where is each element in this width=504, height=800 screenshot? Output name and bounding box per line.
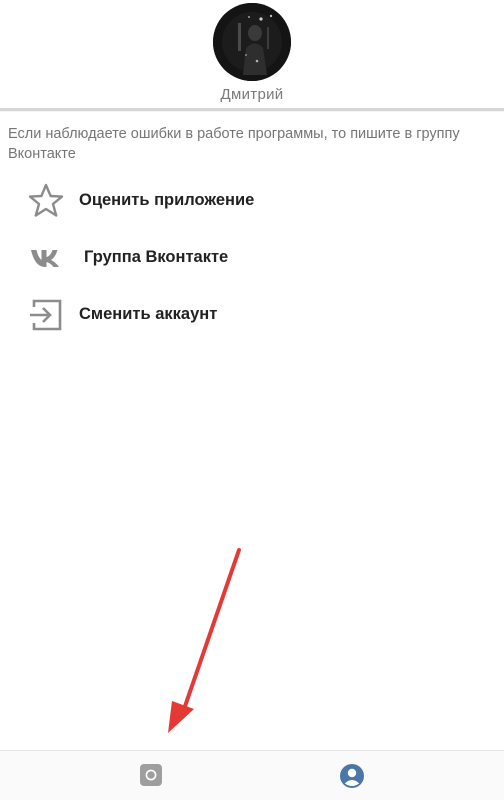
annotation-arrow: [168, 548, 241, 733]
star-icon: [26, 181, 66, 221]
nav-home-button[interactable]: [0, 751, 252, 800]
switch-account-item[interactable]: Сменить аккаунт: [0, 290, 504, 340]
header-divider: [0, 108, 504, 111]
rate-app-item[interactable]: Оценить приложение: [0, 176, 504, 226]
vk-group-label: Группа Вконтакте: [84, 248, 229, 266]
settings-screen: Дмитрий Если наблюдаете ошибки в работе …: [0, 0, 504, 800]
avatar-photo: [213, 3, 291, 81]
switch-account-label: Сменить аккаунт: [79, 305, 218, 323]
home-icon: [140, 764, 162, 786]
nav-profile-button[interactable]: [252, 751, 504, 800]
profile-name: Дмитрий: [220, 86, 284, 103]
bottom-navigation: [0, 750, 504, 800]
feedback-notice: Если наблюдаете ошибки в работе программ…: [8, 126, 460, 162]
rate-app-label: Оценить приложение: [79, 191, 255, 209]
vk-group-item[interactable]: Группа Вконтакте: [0, 233, 504, 283]
profile-icon: [340, 764, 364, 788]
vk-icon: [26, 238, 66, 278]
avatar[interactable]: [213, 3, 291, 81]
profile-header: Дмитрий: [0, 0, 504, 111]
logout-icon: [26, 295, 66, 335]
